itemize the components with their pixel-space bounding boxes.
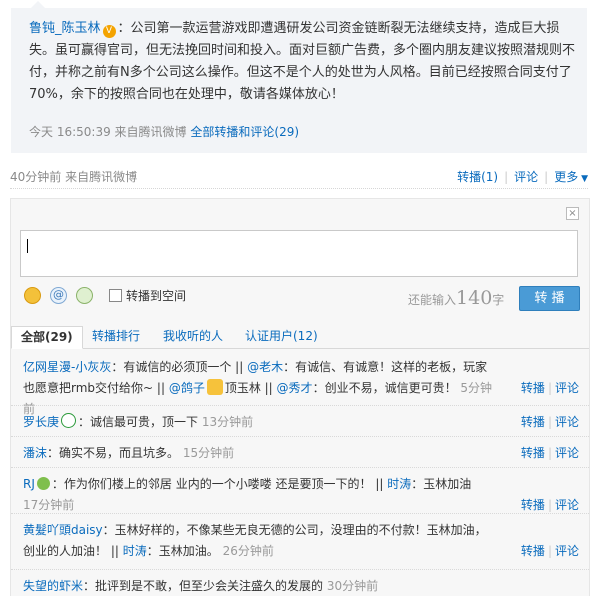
comment-tabs: 全部(29) 转播排行 我收听的人 认证用户(12)	[11, 326, 589, 349]
list-item: RJ ：作为你们楼上的邻居 业内的一个小喽喽 还是要顶一下的！ || 时涛：玉林加…	[11, 468, 589, 514]
item-nick[interactable]: 黄髮吖頭daisy	[23, 523, 103, 537]
mention-nick[interactable]: @老木	[247, 360, 283, 374]
tab-repost-rank[interactable]: 转播排行	[83, 326, 149, 347]
chevron-down-icon[interactable]: ▼	[578, 174, 588, 184]
item-nick[interactable]: 亿网星漫-小灰灰	[23, 360, 111, 374]
tab-all[interactable]: 全部(29)	[11, 326, 83, 349]
divider	[10, 188, 588, 189]
item-comment[interactable]: 评论	[555, 415, 579, 429]
quote-body: 鲁钝_陈玉林 V ：公司第一款运营游戏即遭遇研发公司资金链断裂无法继续支持，造成巨大…	[29, 18, 577, 106]
counter-value: 140	[456, 287, 493, 309]
share-to-qzone-checkbox[interactable]: 转播到空间	[109, 287, 186, 304]
checkbox-label: 转播到空间	[126, 289, 187, 303]
tab-following[interactable]: 我收听的人	[154, 326, 232, 347]
item-repost[interactable]: 转播	[521, 446, 545, 460]
list-item: 罗长庚 ：诚信最可贵，顶一下 13分钟前 转播 | 评论	[11, 406, 589, 437]
comment-link[interactable]: 评论	[514, 170, 538, 184]
item-actions: 转播 | 评论	[520, 498, 579, 512]
item-content: 罗长庚 ：诚信最可贵，顶一下 13分钟前	[23, 412, 493, 433]
post-actions: 转播(1) | 评论 | 更多 ▼	[457, 170, 588, 184]
checkbox-box[interactable]	[109, 289, 122, 302]
item-content: 黄髮吖頭daisy：玉林好样的，不像某些无良无德的公司，没理由的不付款！玉林加油…	[23, 520, 493, 562]
counter-prefix: 还能输入	[408, 293, 457, 307]
repost-link[interactable]: 转播(1)	[457, 170, 498, 184]
post-meta: 40分钟前 来自腾讯微博 转播(1) | 评论 | 更多 ▼	[10, 168, 588, 185]
counter-suffix: 字	[492, 293, 505, 307]
item-text: ：玉林加油。	[146, 544, 219, 558]
item-text: ：作为你们楼上的邻居 业内的一个小喽喽 还是要顶一下的！ ||	[51, 477, 388, 491]
item-repost[interactable]: 转播	[521, 544, 545, 558]
item-time[interactable]: 13分钟前	[202, 415, 253, 429]
item-text: 顶玉林 ||	[224, 381, 277, 395]
item-nick[interactable]: 失望的虾米	[23, 579, 83, 593]
item-time[interactable]: 30分钟前	[327, 579, 378, 593]
mention-nick[interactable]: @秀才	[277, 381, 313, 395]
item-repost[interactable]: 转播	[521, 415, 545, 429]
item-time[interactable]: 15分钟前	[183, 446, 234, 460]
item-text: ：诚信最可贵，顶一下	[78, 415, 199, 429]
topic-icon[interactable]	[76, 287, 93, 304]
list-item: 黄髮吖頭daisy：玉林好样的，不像某些无良无德的公司，没理由的不付款！玉林加油…	[11, 514, 589, 570]
mention-nick[interactable]: 时涛	[123, 544, 147, 558]
more-link[interactable]: 更多	[554, 170, 578, 184]
item-text: ：批评到是不敢，但至少会关注盛久的发展的	[83, 579, 324, 593]
mention-nick[interactable]: 时涛	[387, 477, 411, 491]
item-comment[interactable]: 评论	[555, 498, 579, 512]
quote-author[interactable]: 鲁钝_陈玉林	[29, 21, 101, 36]
item-comment[interactable]: 评论	[555, 381, 579, 395]
at-mention-icon[interactable]: @	[50, 287, 67, 304]
post-time[interactable]: 40分钟前	[10, 170, 61, 184]
item-text: ：玉林加油	[411, 477, 472, 491]
emoji-icon[interactable]	[24, 287, 41, 304]
item-actions: 转播 | 评论	[520, 381, 579, 395]
item-content: 失望的虾米：批评到是不敢，但至少会关注盛久的发展的 30分钟前	[23, 576, 493, 597]
submit-repost-button[interactable]: 转 播	[519, 286, 580, 311]
item-comment[interactable]: 评论	[555, 544, 579, 558]
mention-nick[interactable]: @鸽子	[169, 381, 205, 395]
tab-verified[interactable]: 认证用户(12)	[236, 326, 327, 347]
repost-panel: × @ 转播到空间 还能输入140字 转 播 全部(29) 转播排行 我收听的人…	[10, 198, 590, 596]
status-icon	[36, 477, 50, 490]
item-nick[interactable]: 潘沫	[23, 446, 47, 460]
item-text: ：有诚信的必须顶一个 ||	[111, 360, 248, 374]
item-content: RJ ：作为你们楼上的邻居 业内的一个小喽喽 还是要顶一下的！ || 时涛：玉林加…	[23, 474, 493, 516]
item-nick[interactable]: RJ	[23, 477, 35, 491]
item-actions: 转播 | 评论	[520, 446, 579, 460]
thumbs-up-icon	[206, 379, 223, 395]
list-item: 失望的虾米：批评到是不敢，但至少会关注盛久的发展的 30分钟前	[11, 570, 589, 600]
item-comment[interactable]: 评论	[555, 446, 579, 460]
close-icon[interactable]: ×	[566, 207, 579, 220]
all-reposts-link[interactable]: 全部转播和评论(29)	[190, 125, 299, 139]
item-time[interactable]: 17分钟前	[23, 498, 74, 512]
item-text: ：确实不易，而且坑多。	[47, 446, 180, 460]
quote-arrow	[31, 1, 45, 8]
item-actions: 转播 | 评论	[520, 415, 579, 429]
verified-icon: V	[102, 25, 116, 38]
item-actions: 转播 | 评论	[520, 544, 579, 558]
text-caret	[27, 239, 28, 253]
quoted-post: 鲁钝_陈玉林 V ：公司第一款运营游戏即遭遇研发公司资金链断裂无法继续支持，造成巨大…	[11, 1, 587, 153]
item-repost[interactable]: 转播	[521, 498, 545, 512]
item-nick[interactable]: 罗长庚	[23, 415, 59, 429]
post-source: 来自腾讯微博	[65, 170, 138, 184]
char-counter: 还能输入140字	[408, 287, 504, 309]
item-time[interactable]: 26分钟前	[223, 544, 274, 558]
item-repost[interactable]: 转播	[521, 381, 545, 395]
item-content: 潘沫：确实不易，而且坑多。 15分钟前	[23, 443, 493, 464]
quote-source: 来自腾讯微博	[114, 125, 187, 139]
repost-textarea[interactable]	[20, 230, 578, 277]
star-icon	[61, 413, 77, 428]
list-item: 潘沫：确实不易，而且坑多。 15分钟前 转播 | 评论	[11, 437, 589, 468]
list-item: 亿网星漫-小灰灰：有诚信的必须顶一个 || @老木：有诚信、有诚意！这样的老板，…	[11, 351, 589, 416]
quote-time[interactable]: 今天 16:50:39	[29, 125, 111, 139]
quote-meta: 今天 16:50:39 来自腾讯微博 全部转播和评论(29)	[29, 123, 299, 140]
item-text: ：创业不易，诚信更可贵！	[312, 381, 457, 395]
